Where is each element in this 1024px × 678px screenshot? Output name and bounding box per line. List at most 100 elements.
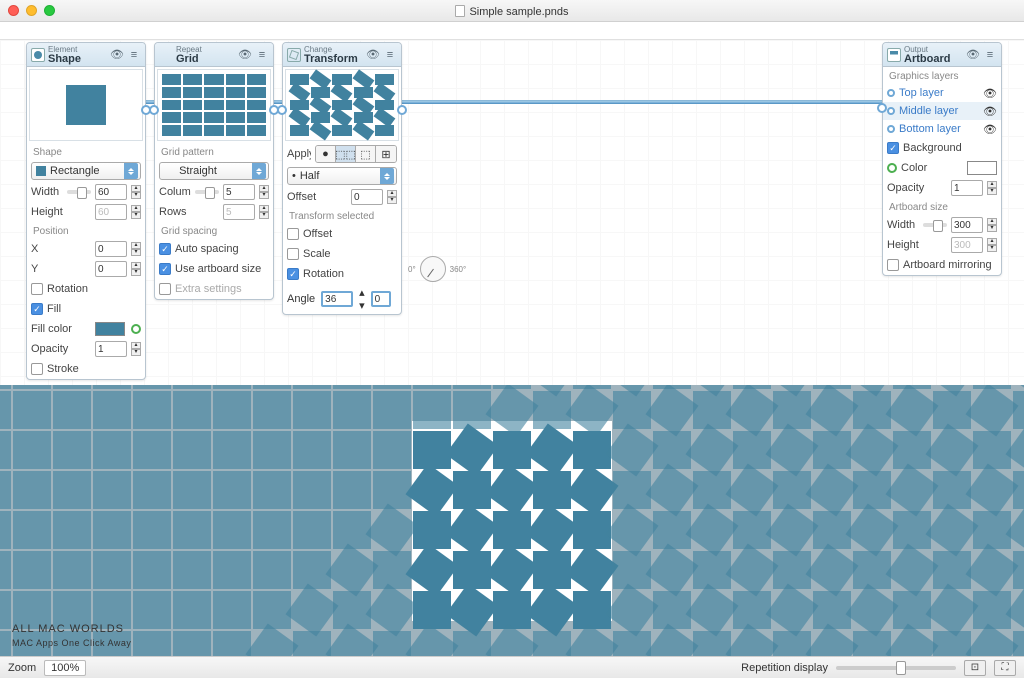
node-artboard[interactable]: OutputArtboard 👁 ≡ Graphics layers Top l… (882, 42, 1002, 276)
menu-icon[interactable]: ≡ (983, 49, 997, 61)
view-icon[interactable]: ⊡ (964, 660, 986, 676)
angle2-input[interactable] (371, 291, 391, 307)
useartboard-label: Use artboard size (175, 263, 269, 275)
x-label: X (31, 243, 91, 255)
visibility-icon[interactable]: 👁 (238, 48, 252, 61)
stepper[interactable]: ▴▾ (359, 286, 365, 312)
input-port[interactable] (149, 105, 159, 115)
stepper[interactable]: ▴▾ (131, 185, 141, 199)
mirror-checkbox[interactable] (887, 259, 899, 271)
node-title: Transform (304, 54, 363, 65)
output-port[interactable] (397, 105, 407, 115)
stepper[interactable]: ▴▾ (259, 205, 269, 219)
node-transform[interactable]: ChangeTransform 👁 ≡ Apply to●⬚⬚⬚⊞ •Half … (282, 42, 402, 315)
offset-checkbox[interactable] (287, 228, 299, 240)
fillcolor-swatch[interactable] (95, 322, 125, 336)
layer-row[interactable]: Middle layer👁 (883, 102, 1001, 120)
shape-icon (31, 48, 45, 62)
fullscreen-icon[interactable]: ⛶ (994, 660, 1016, 676)
height-input[interactable] (95, 204, 127, 220)
fill-checkbox[interactable] (31, 303, 43, 315)
input-port[interactable] (277, 105, 287, 115)
scale-checkbox[interactable] (287, 248, 299, 260)
zoom-value[interactable]: 100% (44, 660, 86, 676)
columns-slider[interactable] (195, 190, 219, 194)
height-input[interactable] (951, 237, 983, 253)
y-input[interactable] (95, 261, 127, 277)
section-label: Transform selected (283, 207, 401, 224)
rotation-checkbox[interactable] (287, 268, 299, 280)
visibility-icon[interactable]: 👁 (966, 48, 980, 61)
stepper[interactable]: ▴▾ (131, 242, 141, 256)
layer-row[interactable]: Bottom layer 👁 (883, 120, 1001, 138)
autospacing-checkbox[interactable] (159, 243, 171, 255)
layer-port[interactable] (887, 89, 895, 97)
width-label: Width (31, 186, 63, 198)
width-slider[interactable] (67, 190, 91, 194)
node-grid[interactable]: RepeatGrid 👁 ≡ Grid pattern Straight Col… (154, 42, 274, 300)
stepper[interactable]: ▴▾ (131, 262, 141, 276)
stepper[interactable]: ▴▾ (259, 185, 269, 199)
eye-icon[interactable]: 👁 (983, 105, 997, 118)
repetition-slider[interactable] (836, 666, 956, 670)
straight-icon (164, 167, 176, 175)
extra-checkbox[interactable] (159, 283, 171, 295)
input-port[interactable] (877, 103, 887, 113)
offset-input[interactable] (351, 189, 383, 205)
opacity-input[interactable] (95, 341, 127, 357)
repetition-label: Repetition display (741, 662, 828, 674)
width-slider[interactable] (923, 223, 947, 227)
columns-input[interactable] (223, 184, 255, 200)
menu-icon[interactable]: ≡ (383, 49, 397, 61)
width-input[interactable] (951, 217, 983, 233)
angle-input[interactable] (321, 291, 353, 307)
eye-icon[interactable]: 👁 (983, 123, 997, 136)
shape-select[interactable]: Rectangle (31, 162, 141, 180)
stepper[interactable]: ▴▾ (987, 218, 997, 232)
applyto-segmented[interactable]: ●⬚⬚⬚⊞ (315, 145, 397, 163)
rows-input[interactable] (223, 204, 255, 220)
layer-row[interactable]: Top layer 👁 (883, 84, 1001, 102)
rows-label: Rows (159, 206, 219, 218)
window-close-button[interactable] (8, 5, 19, 16)
section-label: Position (27, 222, 145, 239)
stepper[interactable]: ▴▾ (987, 238, 997, 252)
zoom-label: Zoom (8, 662, 36, 674)
visibility-icon[interactable]: 👁 (110, 48, 124, 61)
stepper[interactable]: ▴▾ (387, 190, 397, 204)
scale-label: Scale (303, 248, 397, 260)
rotation-checkbox[interactable] (31, 283, 43, 295)
menu-icon[interactable]: ≡ (255, 49, 269, 61)
background-checkbox[interactable] (887, 142, 899, 154)
color-port[interactable] (131, 324, 141, 334)
color-port[interactable] (887, 163, 897, 173)
stepper[interactable]: ▴▾ (131, 342, 141, 356)
stepper[interactable]: ▴▾ (131, 205, 141, 219)
eye-icon[interactable]: 👁 (983, 87, 997, 100)
opacity-input[interactable] (951, 180, 983, 196)
node-thumbnail (285, 69, 399, 141)
stepper[interactable]: ▴▾ (987, 181, 997, 195)
useartboard-checkbox[interactable] (159, 263, 171, 275)
node-thumbnail (157, 69, 271, 141)
artboard-icon (887, 48, 901, 62)
node-canvas[interactable]: ElementShape 👁 ≡ Shape Rectangle Width▴▾… (0, 40, 1024, 385)
visibility-icon[interactable]: 👁 (366, 48, 380, 61)
bgcolor-swatch[interactable] (967, 161, 997, 175)
applyto-select[interactable]: •Half (287, 167, 397, 185)
angle-knob[interactable] (420, 256, 446, 282)
node-shape[interactable]: ElementShape 👁 ≡ Shape Rectangle Width▴▾… (26, 42, 146, 380)
window-minimize-button[interactable] (26, 5, 37, 16)
layer-name: Bottom layer (899, 123, 961, 135)
layer-name: Top layer (899, 87, 944, 99)
layer-port[interactable] (887, 125, 895, 133)
pattern-select[interactable]: Straight (159, 162, 269, 180)
width-input[interactable] (95, 184, 127, 200)
layer-port[interactable] (887, 107, 895, 115)
mirror-label: Artboard mirroring (903, 259, 997, 271)
menu-icon[interactable]: ≡ (127, 49, 141, 61)
stroke-checkbox[interactable] (31, 363, 43, 375)
node-thumbnail (29, 69, 143, 141)
x-input[interactable] (95, 241, 127, 257)
window-zoom-button[interactable] (44, 5, 55, 16)
